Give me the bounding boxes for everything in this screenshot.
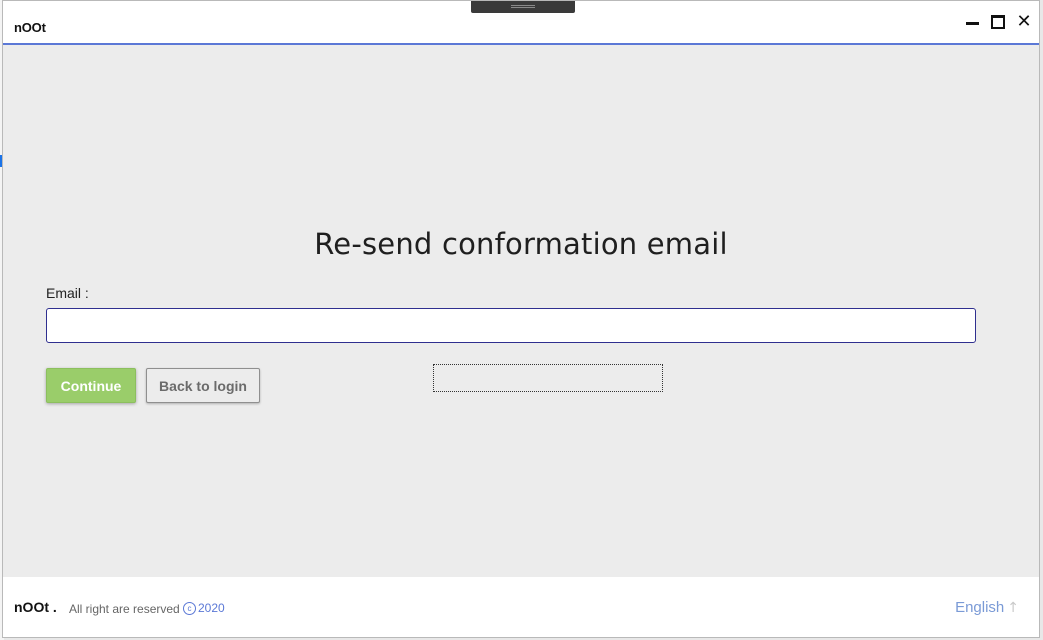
copyright-year: c 2020 [183,601,225,615]
copyright-icon: c [183,601,196,615]
page-title: Re-send conformation email [314,227,728,261]
arrow-up-icon: ↑ [1007,599,1019,616]
window-drag-handle[interactable] [471,1,575,13]
maximize-icon [991,15,1005,29]
back-to-login-button[interactable]: Back to login [146,368,260,403]
email-label: Email : [46,285,89,301]
grip-icon [511,5,535,8]
rights-text: All right are reserved [69,602,180,616]
close-button[interactable]: ✕ [1015,13,1033,31]
maximize-button[interactable] [989,13,1007,31]
minimize-icon [965,21,979,25]
continue-button[interactable]: Continue [46,368,136,403]
language-label: English [955,599,1005,616]
footer: nOOt . All right are reserved c 2020 Eng… [3,577,1039,637]
minimize-button[interactable] [963,13,981,31]
main-content: Re-send conformation email Email : Conti… [3,45,1039,577]
captcha-placeholder[interactable] [433,364,663,392]
email-field[interactable] [46,308,976,343]
app-title: nOOt [14,20,46,35]
footer-brand: nOOt . [14,599,57,615]
language-selector[interactable]: English ↑ [955,599,1019,616]
close-icon: ✕ [1016,11,1032,32]
app-window: nOOt ✕ Re-send conformation email Email … [2,0,1040,638]
window-controls: ✕ [963,13,1033,31]
year-text: 2020 [198,601,225,615]
